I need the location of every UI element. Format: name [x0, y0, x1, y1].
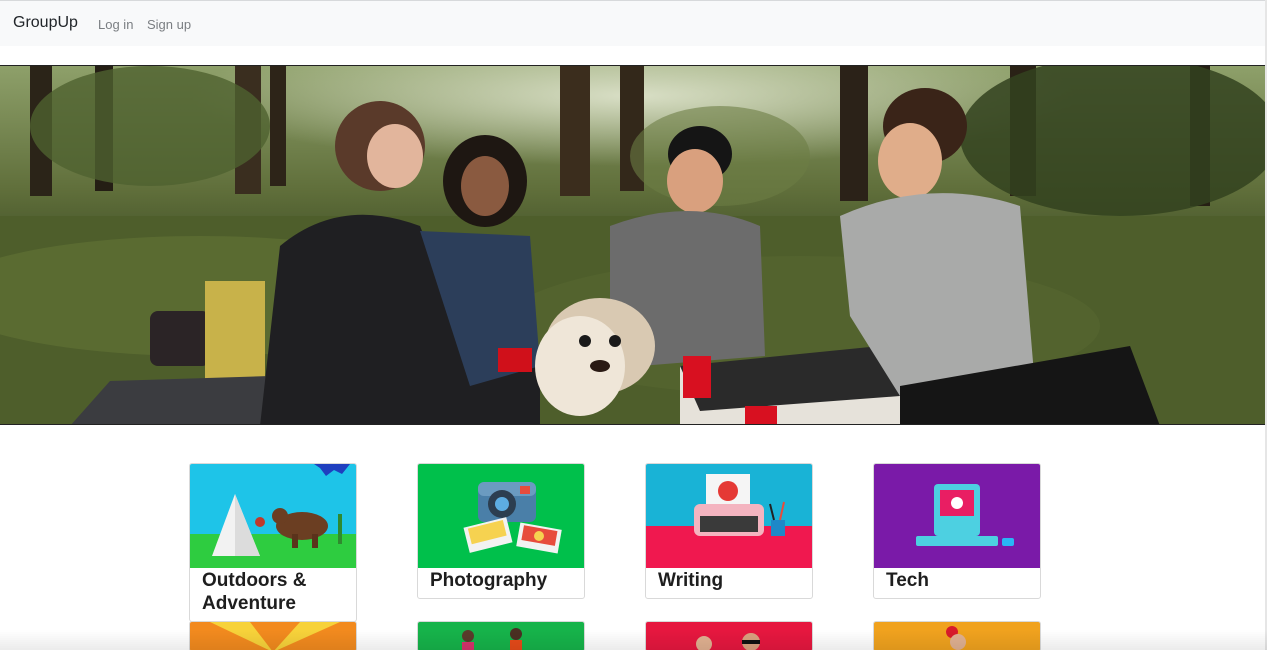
category-card-row2-2[interactable] — [417, 621, 585, 650]
brand-logo[interactable]: GroupUp — [13, 14, 78, 32]
category-title: Outdoors & Adventure — [202, 570, 307, 614]
category-title: Tech — [886, 570, 929, 591]
category-card-tech[interactable]: Tech — [873, 463, 1041, 599]
green-people-card — [418, 622, 584, 650]
category-title: Writing — [658, 570, 724, 591]
retro-computer-illustration — [874, 464, 1040, 568]
category-card-outdoors[interactable]: Outdoors & Adventure — [189, 463, 357, 622]
category-card-row2-1[interactable] — [189, 621, 357, 650]
tent-bear-illustration — [190, 464, 356, 568]
orange-people-card — [874, 622, 1040, 650]
category-title: Photography — [430, 570, 548, 591]
instant-camera-illustration — [418, 464, 584, 568]
category-card-writing[interactable]: Writing — [645, 463, 813, 599]
category-card-row2-3[interactable] — [645, 621, 813, 650]
red-people-card — [646, 622, 812, 650]
category-card-photography[interactable]: Photography — [417, 463, 585, 599]
signup-link[interactable]: Sign up — [147, 17, 191, 32]
typewriter-illustration — [646, 464, 812, 568]
login-link[interactable]: Log in — [98, 17, 133, 32]
navbar: GroupUp Log in Sign up — [0, 0, 1267, 46]
orange-rays-card — [190, 622, 356, 650]
category-card-row2-4[interactable] — [873, 621, 1041, 650]
hero-banner-image — [0, 65, 1267, 425]
